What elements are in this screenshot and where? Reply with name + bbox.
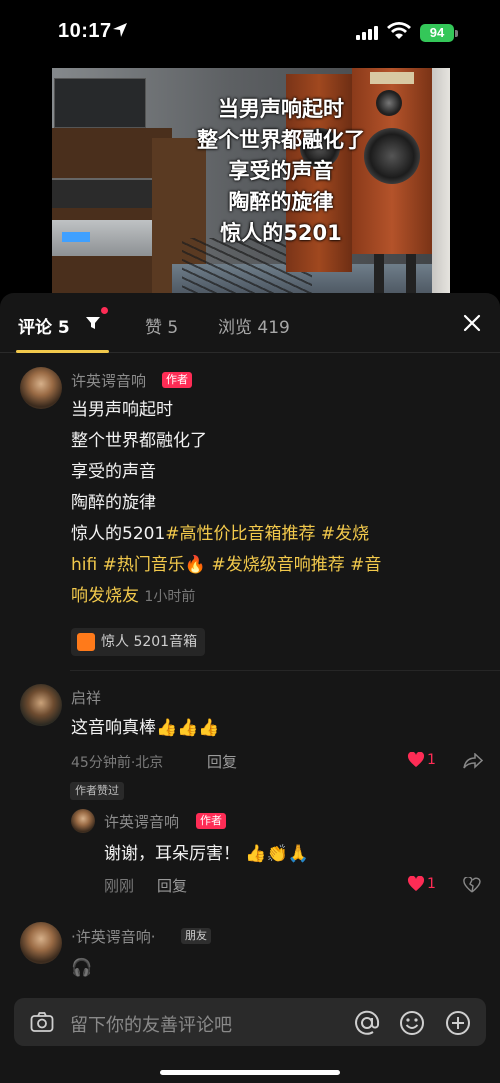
post-text: 当男声响起时 整个世界都融化了 享受的声音 陶醉的旋律 惊人的5201#高性价比…: [71, 395, 431, 613]
like-count: 1: [427, 876, 436, 892]
comment-text: 🎧: [71, 958, 93, 978]
post-line: 响发烧友 1小时前: [71, 581, 431, 613]
lyric-line: 当男声响起时: [218, 97, 344, 121]
video-lyrics-overlay: 当男声响起时 整个世界都融化了 享受的声音 陶醉的旋律 惊人的5201: [52, 94, 450, 249]
status-bar: 10:17 94: [0, 0, 500, 68]
friend-tag: 朋友: [181, 928, 211, 944]
product-link[interactable]: 惊人 5201音箱: [71, 628, 206, 656]
emoji-icon[interactable]: [399, 1010, 425, 1036]
post-line: 惊人的5201#高性价比音箱推荐 #发烧: [71, 524, 370, 544]
thumbs-up-emoji: 👍👍👍: [156, 718, 220, 738]
notification-dot: [101, 307, 108, 314]
product-name: 惊人 5201音箱: [101, 634, 198, 650]
avatar[interactable]: [20, 367, 62, 409]
hashtag-link[interactable]: #高性价比音箱推荐: [165, 524, 315, 544]
author-tag: 作者: [196, 813, 226, 829]
commenter-name[interactable]: ·许英谔音响·: [71, 926, 156, 947]
location-arrow-icon: [113, 23, 127, 37]
active-tab-indicator: [16, 350, 109, 353]
wifi-icon: [387, 22, 411, 39]
post-line: 整个世界都融化了: [71, 431, 207, 451]
reply-time: 刚刚: [104, 877, 135, 895]
like-count: 1: [427, 752, 436, 768]
tab-comments[interactable]: 评论 5: [18, 313, 70, 338]
author-name[interactable]: 许英谔音响: [71, 370, 146, 391]
avatar[interactable]: [71, 809, 95, 833]
video-stand: [374, 254, 384, 294]
close-icon[interactable]: [462, 313, 482, 333]
post-line: 陶醉的旋律: [71, 493, 156, 513]
author-liked-badge: 作者赞过: [70, 782, 124, 800]
video-player[interactable]: 当男声响起时 整个世界都融化了 享受的声音 陶醉的旋律 惊人的5201: [52, 68, 450, 294]
comment-input-placeholder[interactable]: 留下你的友善评论吧: [70, 1011, 232, 1037]
tab-bar: 评论 5 赞 5 浏览 419: [0, 293, 500, 353]
lyric-line: 惊人的5201: [220, 221, 342, 245]
hashtag-link[interactable]: #发烧级音响推荐: [211, 555, 344, 575]
battery-indicator: 94: [420, 24, 454, 42]
clock: 10:17: [58, 20, 112, 42]
add-icon[interactable]: [445, 1010, 471, 1036]
post-line: hifi #热门音乐🔥 #发烧级音响推荐 #音: [71, 550, 431, 581]
share-arrow-icon[interactable]: [463, 753, 483, 769]
author-tag: 作者: [162, 372, 192, 388]
video-stand: [406, 254, 416, 294]
comment-sheet: 评论 5 赞 5 浏览 419 许英谔音响 作者 当男声响起时 整个世界都融化了…: [0, 293, 500, 1083]
mention-icon[interactable]: [354, 1010, 380, 1036]
hashtag-link[interactable]: #音: [350, 555, 381, 575]
comment-input-bar[interactable]: 留下你的友善评论吧: [14, 998, 486, 1046]
lyric-line: 整个世界都融化了: [197, 128, 365, 152]
comment-meta: 45分钟前·北京: [71, 755, 164, 771]
filter-icon[interactable]: [85, 315, 101, 331]
camera-icon[interactable]: [30, 1011, 54, 1033]
lyric-line: 陶醉的旋律: [228, 190, 334, 214]
post-time: 1小时前: [144, 589, 196, 605]
cellular-signal-icon: [356, 26, 378, 40]
hashtag-link[interactable]: #发烧: [321, 524, 369, 544]
battery-tip: [455, 30, 458, 37]
lyric-line: 享受的声音: [228, 159, 334, 183]
post-line: 享受的声音: [71, 462, 156, 482]
author-name[interactable]: 许英谔音响: [104, 811, 179, 832]
tab-views[interactable]: 浏览 419: [218, 313, 290, 338]
divider: [70, 670, 500, 671]
home-indicator[interactable]: [160, 1070, 340, 1075]
cart-icon: [77, 633, 95, 651]
reply-text: 谢谢，耳朵厉害！ 👍👏🙏: [104, 844, 309, 864]
avatar[interactable]: [20, 922, 62, 964]
reply-button[interactable]: 回复: [207, 751, 237, 772]
emoji-group: 👍👏🙏: [245, 844, 309, 864]
broken-heart-icon[interactable]: [463, 877, 481, 893]
hashtag-link[interactable]: 响发烧友: [71, 586, 139, 606]
hashtag-link[interactable]: #热门音乐: [103, 555, 185, 575]
fire-emoji: 🔥: [184, 555, 207, 575]
avatar[interactable]: [20, 684, 62, 726]
reply-button[interactable]: 回复: [157, 875, 187, 896]
heart-filled-icon[interactable]: [407, 752, 425, 768]
comment-text: 这音响真棒👍👍👍: [71, 718, 220, 738]
video-speaker-label: [370, 72, 414, 84]
tab-likes[interactable]: 赞 5: [145, 313, 178, 338]
heart-filled-icon[interactable]: [407, 876, 425, 892]
hashtag-link[interactable]: hifi: [71, 555, 97, 575]
commenter-name[interactable]: 启祥: [71, 687, 101, 708]
post-line: 当男声响起时: [71, 400, 173, 420]
